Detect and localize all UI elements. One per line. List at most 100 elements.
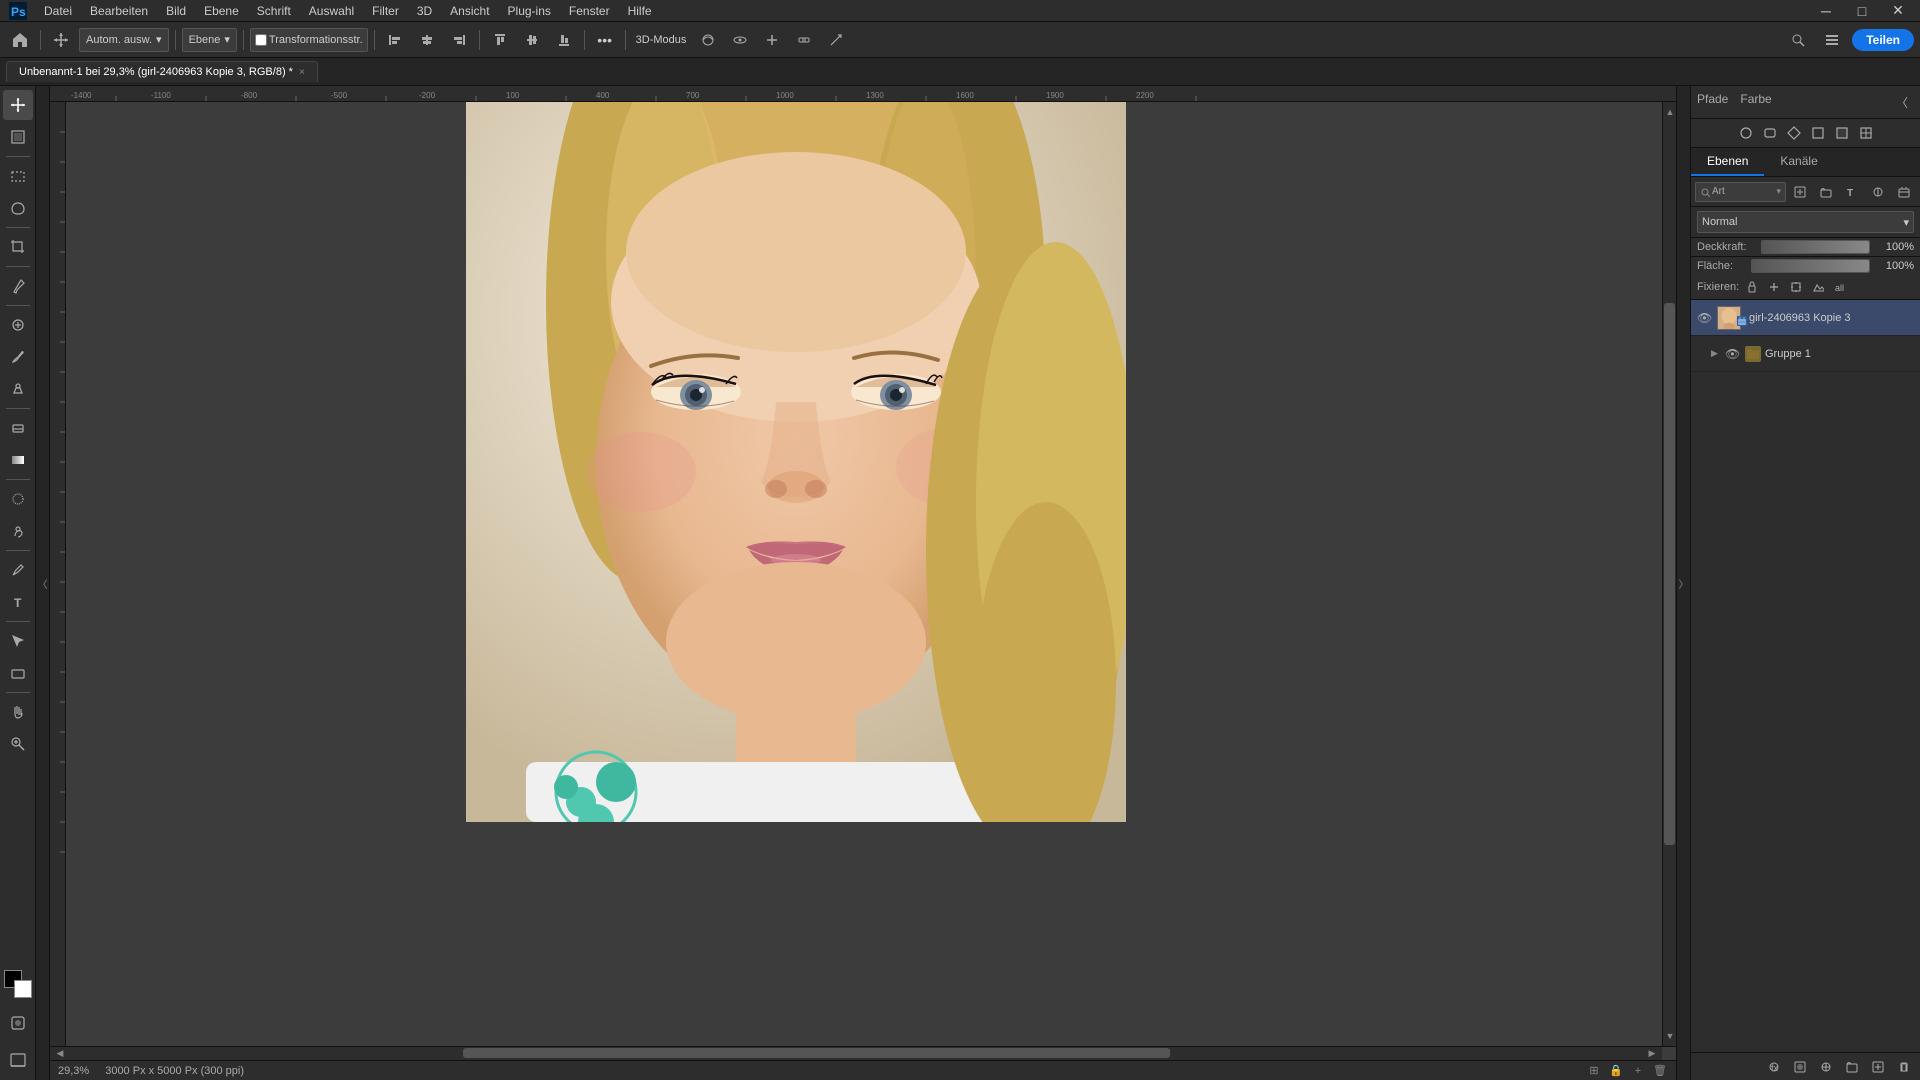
delete-layer-btn[interactable] (1892, 1055, 1916, 1079)
left-collapse-btn[interactable]: 〈 (36, 86, 50, 1080)
text-layer-btn[interactable]: T (1840, 180, 1864, 204)
new-layer-fx-btn[interactable] (1788, 180, 1812, 204)
diamond-icon[interactable] (1784, 123, 1804, 143)
menu-hilfe[interactable]: Hilfe (620, 2, 660, 20)
status-delete-btn[interactable]: 🗑 (1652, 1064, 1668, 1078)
layer-expand-1[interactable]: ▶ (1711, 348, 1721, 359)
maximize-btn[interactable]: □ (1848, 0, 1876, 25)
scrollbar-up-btn[interactable]: ▲ (1663, 102, 1676, 122)
menu-bearbeiten[interactable]: Bearbeiten (82, 2, 156, 20)
background-color[interactable] (14, 980, 32, 998)
menu-schrift[interactable]: Schrift (249, 2, 299, 20)
transform-checkbox[interactable] (255, 34, 267, 46)
quick-mask-btn[interactable] (3, 1008, 33, 1038)
clone-stamp-tool[interactable] (3, 374, 33, 404)
fix-position-icon[interactable] (1743, 278, 1761, 296)
artboard-tool[interactable] (3, 122, 33, 152)
add-adjustment-btn[interactable] (1814, 1055, 1838, 1079)
square-icon[interactable] (1808, 123, 1828, 143)
menu-ebene[interactable]: Ebene (196, 2, 247, 20)
opacity-slider[interactable] (1761, 240, 1870, 254)
adjustment-layer-btn[interactable] (1866, 180, 1890, 204)
screen-mode-btn[interactable] (3, 1046, 33, 1076)
circle-shape-icon[interactable] (1736, 123, 1756, 143)
close-btn[interactable]: ✕ (1884, 0, 1912, 25)
fix-transform-icon[interactable] (1787, 278, 1805, 296)
rotate-3d-btn[interactable] (694, 26, 722, 54)
right-collapse-btn[interactable]: 〉 (1676, 86, 1690, 1080)
eyedropper-tool[interactable] (3, 271, 33, 301)
fix-art-icon[interactable] (1809, 278, 1827, 296)
healing-tool[interactable] (3, 310, 33, 340)
scrollbar-thumb-h[interactable] (463, 1048, 1170, 1058)
canvas-viewport[interactable] (66, 102, 1662, 1046)
pen-tool[interactable] (3, 555, 33, 585)
home-btn[interactable] (6, 26, 34, 54)
hand-tool[interactable] (3, 697, 33, 727)
rounded-rect-icon[interactable] (1760, 123, 1780, 143)
valign-middle-btn[interactable] (518, 26, 546, 54)
document-tab[interactable]: Unbenannt-1 bei 29,3% (girl-2406963 Kopi… (6, 61, 318, 82)
layers-tab[interactable]: Ebenen (1691, 148, 1764, 176)
tab-close-btn[interactable]: × (299, 67, 305, 78)
align-center-btn[interactable] (413, 26, 441, 54)
scrollbar-left-btn[interactable]: ◀ (50, 1047, 70, 1061)
scale-btn[interactable] (822, 26, 850, 54)
menu-datei[interactable]: Datei (36, 2, 80, 20)
fix-all-icon[interactable]: all (1831, 278, 1849, 296)
scrollbar-down-btn[interactable]: ▼ (1663, 1026, 1676, 1046)
layer-filter-dropdown-icon[interactable]: ▾ (1776, 186, 1781, 197)
ebene-dropdown[interactable]: Ebene ▾ (182, 28, 237, 52)
more-options-btn[interactable]: ••• (591, 26, 619, 54)
path-select-tool[interactable] (3, 626, 33, 656)
menu-filter[interactable]: Filter (364, 2, 407, 20)
workspace-btn[interactable] (1818, 26, 1846, 54)
crop-tool[interactable] (3, 232, 33, 262)
type-tool[interactable]: T (3, 587, 33, 617)
blend-mode-select[interactable]: Normal ▾ (1697, 211, 1914, 233)
layer-visibility-0[interactable]: 👁 (1697, 311, 1713, 325)
color-swatches[interactable] (4, 970, 32, 998)
paths-tab[interactable]: Pfade (1697, 92, 1728, 112)
color-tab[interactable]: Farbe (1740, 92, 1771, 112)
move-tool-option[interactable] (47, 26, 75, 54)
horizontal-scrollbar[interactable]: ◀ ▶ (50, 1046, 1676, 1060)
pan-btn[interactable] (758, 26, 786, 54)
channels-tab[interactable]: Kanäle (1764, 148, 1833, 176)
grid-icon[interactable] (1856, 123, 1876, 143)
lasso-tool[interactable] (3, 193, 33, 223)
align-left-btn[interactable] (381, 26, 409, 54)
panel-collapse-btn[interactable]: 〈 (1890, 90, 1914, 114)
eraser-tool[interactable] (3, 413, 33, 443)
create-group-btn[interactable] (1814, 180, 1838, 204)
scrollbar-right-btn[interactable]: ▶ (1642, 1047, 1662, 1061)
menu-bild[interactable]: Bild (158, 2, 194, 20)
status-add-btn[interactable]: + (1630, 1064, 1646, 1078)
menu-plugins[interactable]: Plug-ins (500, 2, 559, 20)
valign-bottom-btn[interactable] (550, 26, 578, 54)
status-grid-btn[interactable]: ⊞ (1586, 1064, 1602, 1078)
rectangular-select-tool[interactable] (3, 161, 33, 191)
auto-dropdown[interactable]: Autom. ausw. ▾ (79, 28, 169, 52)
valign-top-btn[interactable] (486, 26, 514, 54)
blur-tool[interactable] (3, 484, 33, 514)
layer-item-0[interactable]: 👁 girl-2406963 Kopie 3 (1691, 300, 1920, 336)
share-button[interactable]: Teilen (1852, 29, 1914, 51)
add-layer-mask-btn[interactable] (1788, 1055, 1812, 1079)
vertical-scrollbar[interactable]: ▲ ▼ (1662, 102, 1676, 1046)
layer-item-1[interactable]: ▶ 👁 Gruppe 1 (1691, 336, 1920, 372)
scrollbar-thumb-v[interactable] (1664, 303, 1675, 845)
crop-icon[interactable] (1832, 123, 1852, 143)
add-layer-style-btn[interactable]: fx (1762, 1055, 1786, 1079)
fix-move-icon[interactable] (1765, 278, 1783, 296)
smart-object-btn[interactable] (1892, 180, 1916, 204)
new-layer-footer-btn[interactable] (1866, 1055, 1890, 1079)
status-lock-btn[interactable]: 🔒 (1608, 1064, 1624, 1078)
brush-tool[interactable] (3, 342, 33, 372)
zoom-tool[interactable] (3, 729, 33, 759)
menu-auswahl[interactable]: Auswahl (301, 2, 362, 20)
layer-visibility-1[interactable]: 👁 (1725, 347, 1741, 361)
menu-fenster[interactable]: Fenster (561, 2, 618, 20)
gradient-tool[interactable] (3, 445, 33, 475)
menu-ansicht[interactable]: Ansicht (442, 2, 497, 20)
